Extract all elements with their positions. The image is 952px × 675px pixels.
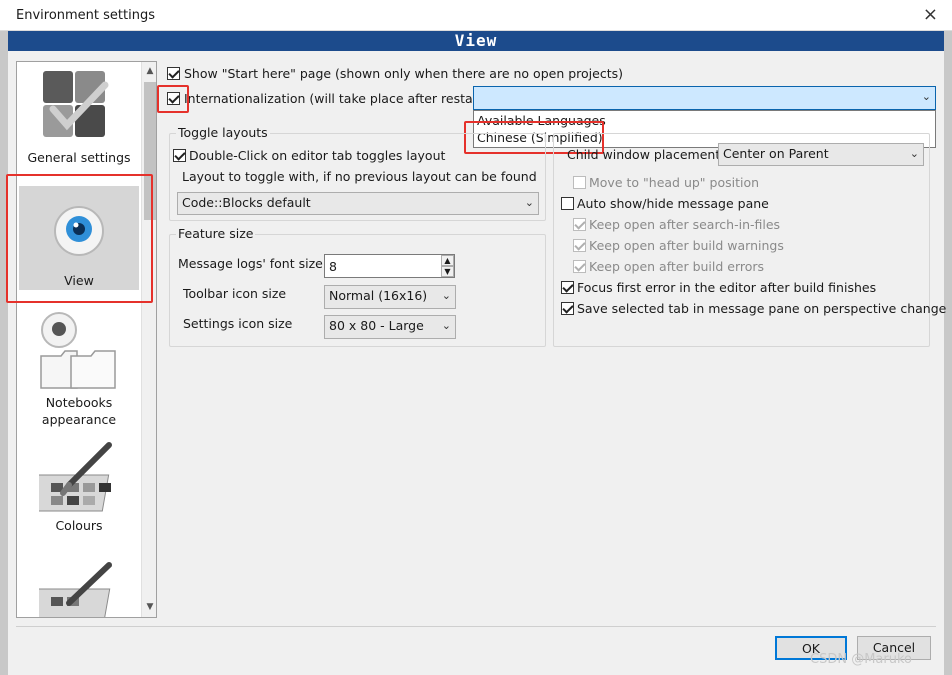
save-selected-tab-checkbox[interactable] <box>561 302 574 315</box>
double-click-toggle-checkbox[interactable] <box>173 149 186 162</box>
palette-icon <box>39 442 112 512</box>
keep-open-errors-label: Keep open after build errors <box>589 259 765 274</box>
sidebar-item-label-line2: appearance <box>41 412 117 427</box>
auto-show-hide-label: Auto show/hide message pane <box>577 196 769 211</box>
toolbar-icon-size-value: Normal (16x16) <box>329 288 428 303</box>
page-title-banner: View <box>8 31 944 51</box>
language-dropdown[interactable]: ⌄ <box>473 86 936 110</box>
chevron-down-icon[interactable]: ⌄ <box>442 316 451 336</box>
highlight-view-item <box>6 174 153 303</box>
window-title-bar: Environment settings × <box>0 0 952 31</box>
child-window-placement-select[interactable]: Center on Parent ⌄ <box>718 143 924 166</box>
toolbar-icon-size-label: Toolbar icon size <box>183 286 287 301</box>
keep-open-warnings-checkbox[interactable] <box>573 239 586 252</box>
move-head-up-label: Move to "head up" position <box>589 175 760 190</box>
sidebar-item-notebooks-appearance[interactable]: Notebooks appearance <box>17 307 141 432</box>
sidebar-scrollbar[interactable]: ▲ ▼ <box>141 62 156 617</box>
window-title: Environment settings <box>16 8 155 23</box>
footer-divider <box>16 626 936 627</box>
message-logs-font-label: Message logs' font size: <box>178 256 328 271</box>
settings-category-list[interactable]: General settings View Notebooks appearan… <box>16 61 157 618</box>
feature-size-title: Feature size <box>176 226 256 241</box>
layout-toggle-value: Code::Blocks default <box>182 195 311 210</box>
keep-open-search-checkbox[interactable] <box>573 218 586 231</box>
keep-open-errors-checkbox[interactable] <box>573 260 586 273</box>
sidebar-item-label: Notebooks <box>45 395 113 410</box>
sidebar-item-label: General settings <box>27 150 131 165</box>
auto-show-hide-checkbox[interactable] <box>561 197 574 210</box>
child-window-placement-label: Child window placement <box>567 147 721 162</box>
message-logs-font-value: 8 <box>329 259 337 274</box>
show-start-here-label: Show "Start here" page (shown only when … <box>184 66 623 81</box>
double-click-toggle-label: Double-Click on editor tab toggles layou… <box>189 148 446 163</box>
focus-first-error-label: Focus first error in the editor after bu… <box>577 280 877 295</box>
child-window-placement-value: Center on Parent <box>723 146 829 161</box>
background-app-left-edge <box>0 31 8 675</box>
layout-toggle-label: Layout to toggle with, if no previous la… <box>182 169 537 184</box>
scroll-down-icon[interactable]: ▼ <box>144 602 156 612</box>
spin-down-icon[interactable]: ▼ <box>441 266 454 277</box>
notebooks-icon <box>40 312 116 389</box>
toggle-layouts-title: Toggle layouts <box>176 125 270 140</box>
message-logs-font-spinner[interactable]: 8 ▲ ▼ <box>324 254 455 278</box>
focus-first-error-checkbox[interactable] <box>561 281 574 294</box>
chevron-down-icon[interactable]: ⌄ <box>525 193 534 213</box>
show-start-here-checkbox[interactable] <box>167 67 180 80</box>
sidebar-item-label: Colours <box>55 518 103 533</box>
toolbar-icon-size-select[interactable]: Normal (16x16) ⌄ <box>324 285 456 309</box>
close-icon[interactable]: × <box>923 4 938 25</box>
background-app-right-edge <box>944 31 952 675</box>
internationalization-label: Internationalization (will take place af… <box>184 91 488 106</box>
sidebar-item-partial[interactable] <box>17 557 141 617</box>
chevron-down-icon[interactable]: ⌄ <box>442 286 451 306</box>
move-head-up-checkbox[interactable] <box>573 176 586 189</box>
settings-icon-size-select[interactable]: 80 x 80 - Large ⌄ <box>324 315 456 339</box>
keep-open-search-label: Keep open after search-in-files <box>589 217 781 232</box>
save-selected-tab-label: Save selected tab in message pane on per… <box>577 301 947 316</box>
watermark: CSDN @Maruko <box>810 652 912 667</box>
keep-open-warnings-label: Keep open after build warnings <box>589 238 784 253</box>
layout-toggle-select[interactable]: Code::Blocks default ⌄ <box>177 192 539 215</box>
settings-icon-size-label: Settings icon size <box>183 316 293 331</box>
sidebar-item-colours[interactable]: Colours <box>17 437 141 537</box>
settings-icon-size-value: 80 x 80 - Large <box>329 318 424 333</box>
spin-up-icon[interactable]: ▲ <box>441 255 454 266</box>
sidebar-item-general-settings[interactable]: General settings <box>17 62 141 182</box>
scroll-up-icon[interactable]: ▲ <box>144 66 156 76</box>
palette-icon <box>39 562 112 617</box>
chevron-down-icon[interactable]: ⌄ <box>910 144 919 164</box>
general-settings-icon <box>43 71 109 137</box>
chevron-down-icon[interactable]: ⌄ <box>922 87 931 107</box>
highlight-internationalization-checkbox <box>157 85 189 113</box>
